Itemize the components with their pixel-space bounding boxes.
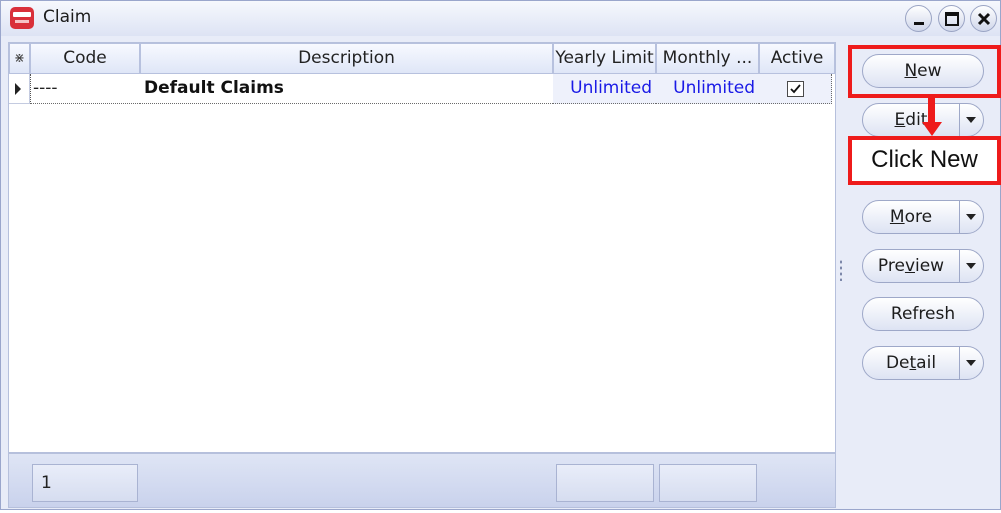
record-count: 1 [32,464,138,502]
edit-button-label: Edit [894,110,928,130]
detail-dropdown-arrow-icon[interactable] [959,347,983,379]
new-button-highlight [848,45,1001,98]
column-header-active[interactable]: Active [759,43,835,74]
column-header-code[interactable]: Code [30,43,140,74]
footer-summary-monthly [659,464,757,502]
more-button-label: More [889,207,933,227]
window-title: Claim [43,7,92,27]
more-button[interactable]: More [862,200,984,234]
arrow-shaft [928,96,935,124]
checkmark-icon [790,84,801,94]
grid-header: ⋇ Code Description Yearly Limit Monthly … [9,43,835,74]
more-dropdown-arrow-icon[interactable] [959,201,983,233]
instruction-text: Click New [871,146,978,173]
preview-button-label: Preview [877,256,945,276]
column-header-description[interactable]: Description [140,43,553,74]
refresh-button[interactable]: Refresh [862,297,984,331]
refresh-button-label: Refresh [890,304,956,324]
minimize-button[interactable] [905,5,932,32]
close-icon [977,12,991,26]
footer-summary-yearly [556,464,654,502]
app-icon [10,7,34,29]
preview-button[interactable]: Preview [862,249,984,283]
maximize-icon [945,12,959,26]
column-header-yearly-limit[interactable]: Yearly Limit [553,43,656,74]
detail-button-label: Detail [885,353,937,373]
instruction-callout: Click New [848,136,1001,185]
edit-dropdown-arrow-icon[interactable] [959,104,983,136]
detail-button[interactable]: Detail [862,346,984,380]
active-checkbox[interactable] [787,81,804,97]
table-row[interactable]: ---- Default Claims Unlimited Unlimited [9,74,835,104]
column-header-monthly-limit[interactable]: Monthly ... [656,43,759,74]
cell-active[interactable] [759,74,832,104]
cell-code[interactable]: ---- [30,74,140,104]
close-button[interactable] [970,5,997,32]
grid-footer: 1 [8,453,836,508]
row-indicator-icon [9,74,30,104]
minimize-icon [914,22,924,25]
maximize-button[interactable] [938,5,965,32]
column-customize-button[interactable]: ⋇ [9,43,30,74]
arrow-down-icon [922,122,942,136]
claim-window: Claim ⋇ Code Description Yearly Limit Mo… [0,0,1001,510]
cell-description[interactable]: Default Claims [140,74,553,104]
claim-grid[interactable]: ⋇ Code Description Yearly Limit Monthly … [8,42,836,453]
title-bar: Claim [1,1,1000,36]
preview-dropdown-arrow-icon[interactable] [959,250,983,282]
cell-yearly-limit[interactable]: Unlimited [553,74,656,104]
panel-splitter[interactable] [839,259,843,281]
cell-monthly-limit[interactable]: Unlimited [656,74,759,104]
